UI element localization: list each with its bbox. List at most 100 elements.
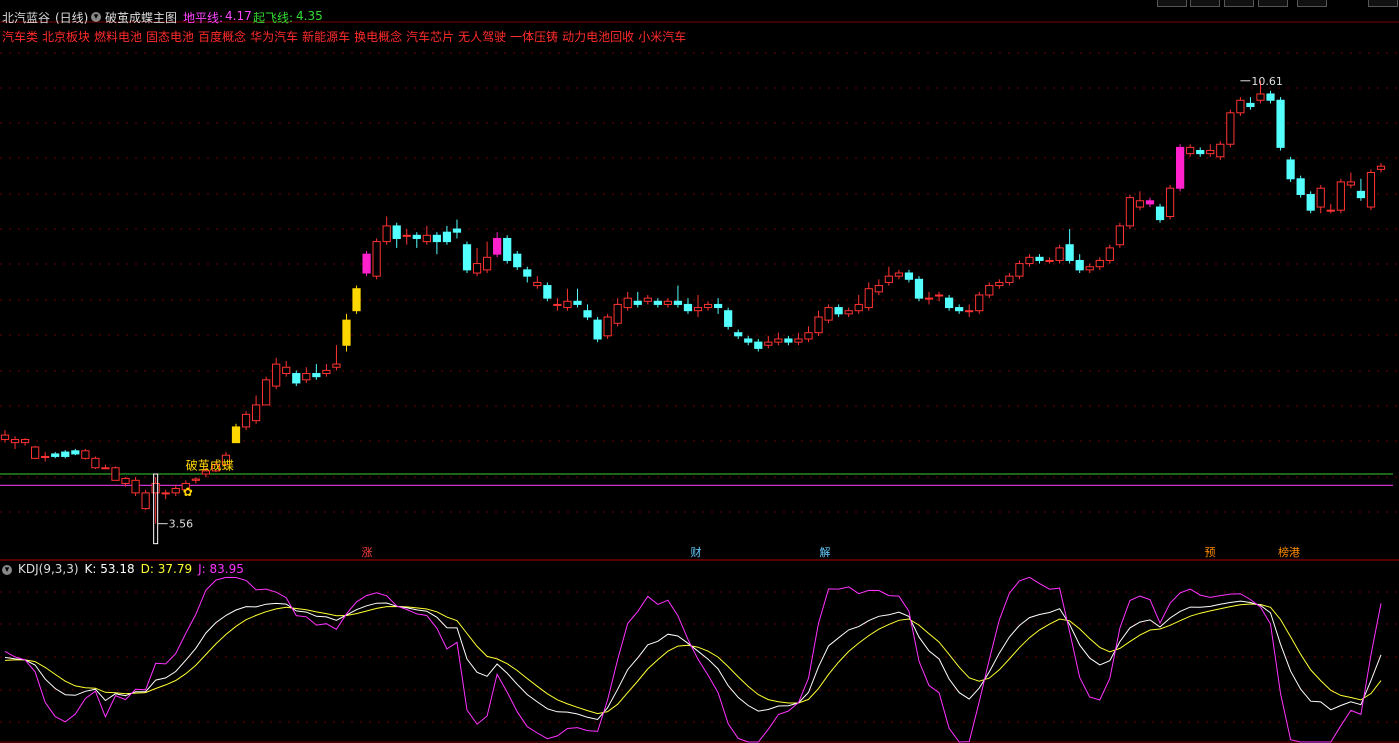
indicator-name[interactable]: 破茧成蝶主图: [105, 9, 177, 26]
candle-body: [874, 285, 883, 293]
candle-body: [322, 369, 331, 375]
toolbar-button[interactable]: [1190, 0, 1220, 7]
candle-body: [523, 269, 532, 277]
candle-body: [914, 278, 924, 299]
toolbar-button[interactable]: [1224, 0, 1254, 7]
candle-body: [724, 310, 733, 327]
candle-body: [1005, 275, 1014, 283]
candle-body: [1376, 165, 1386, 170]
candle-body: [1105, 247, 1114, 261]
candle-body: [312, 373, 321, 378]
toolbar-button[interactable]: [1368, 0, 1398, 7]
concept-tag[interactable]: 动力电池回收: [562, 30, 634, 44]
candle-body: [352, 288, 361, 312]
candle-body: [613, 303, 622, 324]
candle-body: [673, 300, 683, 305]
event-marker: 财: [691, 545, 702, 559]
candle-body: [1366, 172, 1376, 208]
candle-body: [1065, 244, 1074, 261]
candle-body: [442, 231, 452, 243]
candle-body: [0, 434, 10, 440]
chevron-down-icon[interactable]: ▾: [2, 564, 12, 575]
toolbar-button[interactable]: [1258, 0, 1288, 7]
butterfly-icon: ✿: [183, 485, 193, 499]
ground-line-label: 地平线:: [183, 11, 224, 25]
candle-body: [1186, 146, 1195, 155]
candle-body: [934, 294, 944, 297]
candle-body: [633, 300, 642, 305]
stock-name[interactable]: 北汽蓝谷: [2, 9, 50, 26]
low-price-label: 3.56: [169, 518, 194, 531]
concept-tag[interactable]: 无人驾驶: [458, 30, 506, 44]
candle-body: [1316, 187, 1325, 208]
candle-body: [1025, 256, 1034, 265]
candle-body: [472, 263, 482, 274]
concept-tag[interactable]: 燃料电池: [94, 30, 142, 44]
concept-tag[interactable]: 汽车芯片: [406, 30, 454, 44]
candle-body: [784, 338, 793, 343]
candle-body: [854, 303, 863, 312]
concept-tag[interactable]: 北京板块: [42, 30, 90, 44]
kdj-j-value: J: 83.95: [198, 562, 244, 576]
concept-tag[interactable]: 华为汽车: [250, 30, 298, 44]
candle-body: [171, 487, 180, 494]
candle-body: [111, 467, 120, 481]
candle-body: [1216, 143, 1225, 158]
kdj-label[interactable]: KDJ(9,3,3): [18, 562, 79, 576]
concept-tag[interactable]: 小米汽车: [638, 30, 686, 44]
candle-body: [834, 307, 843, 315]
candle-body: [924, 297, 934, 300]
event-marker: 预: [1205, 546, 1216, 559]
price-chart[interactable]: 3.56 破茧成蝶 ✿ 10.61 涨 财 解 预 榜港: [0, 0, 1399, 743]
candle-body: [1145, 200, 1155, 205]
candle-body: [1336, 181, 1345, 211]
candle-body: [1015, 263, 1024, 277]
candle-body: [402, 234, 411, 237]
indicator-menu[interactable]: ▾: [91, 9, 104, 23]
candle-body: [904, 272, 914, 280]
concept-tag[interactable]: 汽车类: [2, 30, 38, 44]
candle-body: [231, 426, 241, 444]
candle-body: [794, 338, 803, 343]
candle-body: [362, 253, 371, 274]
toolbar-button[interactable]: [1157, 0, 1187, 7]
candle-body: [563, 300, 572, 309]
candle-body: [131, 479, 140, 494]
concept-tag[interactable]: 新能源车: [302, 30, 350, 44]
candle-body: [1176, 146, 1185, 189]
candle-body: [623, 297, 632, 309]
concept-tag[interactable]: 固态电池: [146, 30, 194, 44]
event-marker: 涨: [362, 546, 373, 559]
candle-body: [533, 281, 542, 287]
candle-body: [653, 300, 662, 305]
candle-body: [81, 450, 90, 459]
candle-body: [1296, 178, 1305, 195]
concept-tag[interactable]: 一体压铸: [510, 30, 558, 44]
candle-body: [955, 307, 964, 312]
candle-body: [422, 234, 431, 243]
candle-body: [10, 438, 20, 444]
candle-body: [1236, 99, 1245, 114]
toolbar-button[interactable]: [1297, 0, 1327, 7]
candle-body: [1246, 102, 1255, 108]
period-label[interactable]: (日线): [55, 9, 88, 26]
concept-tag[interactable]: 百度概念: [198, 30, 246, 44]
candle-body: [663, 300, 673, 305]
candle-body: [1266, 93, 1275, 101]
event-marker: 解: [820, 545, 831, 559]
candle-body: [282, 366, 291, 375]
candle-body: [593, 319, 602, 340]
candle-body: [61, 451, 70, 457]
candle-body: [744, 338, 753, 343]
candle-body: [643, 297, 652, 302]
concept-tag[interactable]: 换电概念: [354, 30, 402, 44]
candle-body: [1326, 209, 1335, 212]
candle-body: [1196, 150, 1205, 155]
candle-body: [965, 310, 974, 313]
candle-body: [241, 413, 251, 428]
chevron-down-icon[interactable]: ▾: [91, 11, 101, 22]
candle-body: [161, 492, 170, 495]
candle-body: [382, 225, 391, 243]
candle-body: [703, 303, 713, 309]
candle-body: [1075, 259, 1084, 271]
